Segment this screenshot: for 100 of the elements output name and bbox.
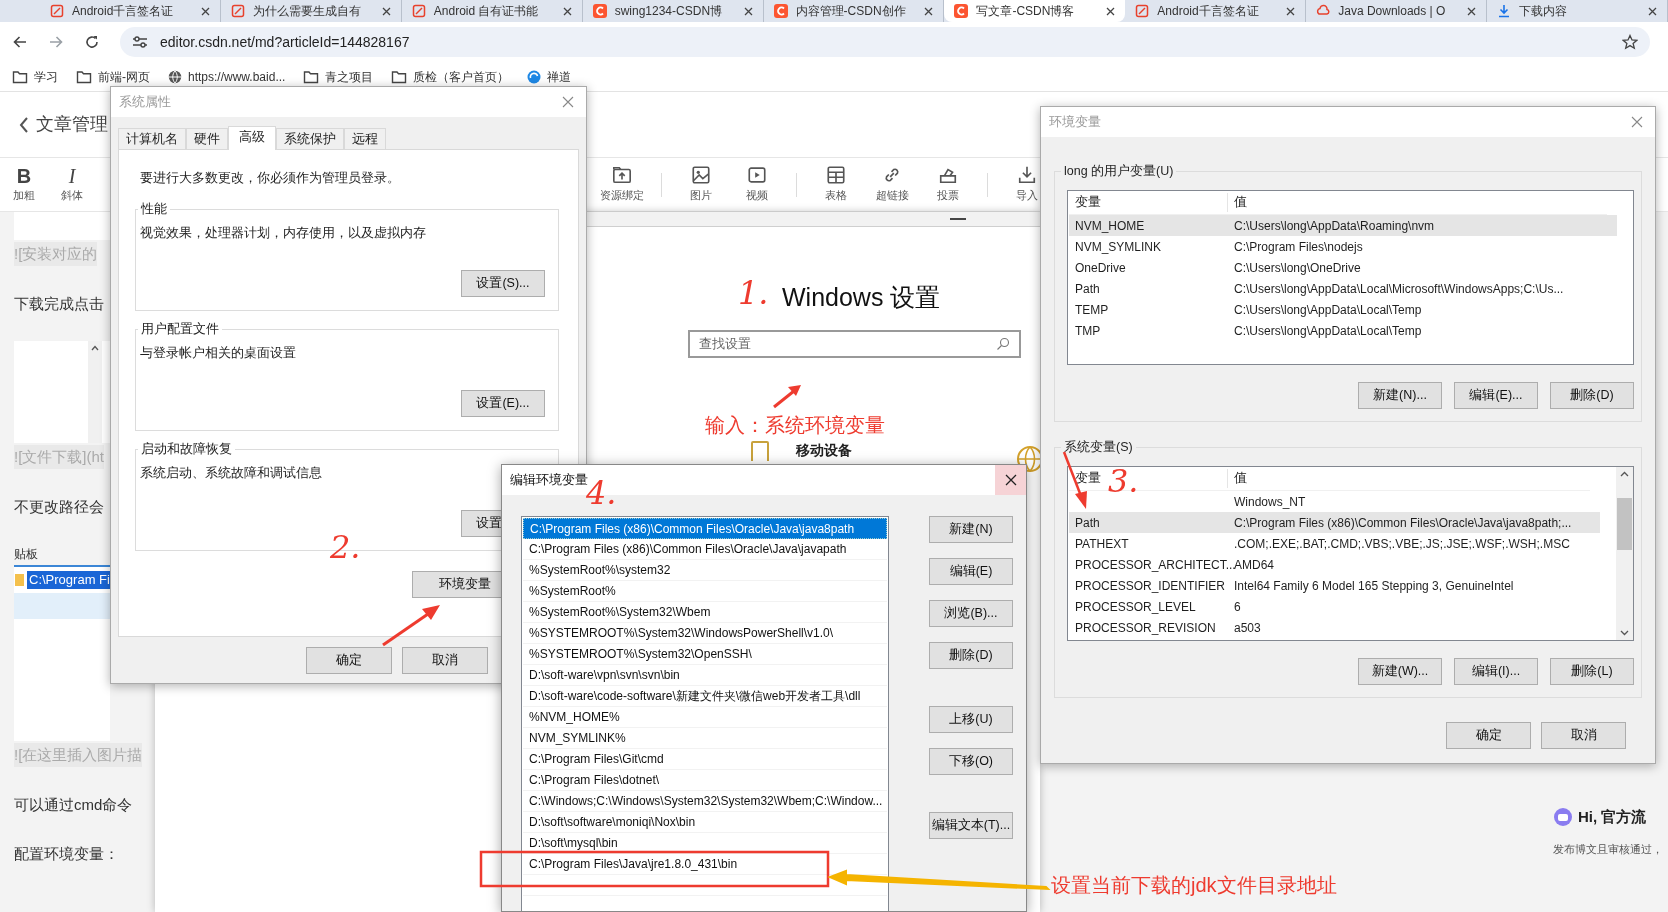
group-text: 视觉效果，处理器计划，内存使用，以及虚拟内存 (140, 225, 426, 242)
pen-icon (50, 4, 64, 18)
arrow (773, 385, 801, 409)
list-item[interactable]: C:\Windows;C:\Windows\System32\System32\Wbem;C:\Window... (523, 791, 887, 812)
dialog-button[interactable]: 确定 (306, 647, 392, 674)
table-row[interactable]: TEMP C:\Users\long\AppData\Local\Temp (1069, 299, 1617, 320)
dialog-button[interactable]: 浏览(B)... (929, 600, 1013, 627)
close-icon (924, 6, 934, 16)
bookmark[interactable]: 学习 (12, 67, 58, 86)
list-item[interactable]: %SystemRoot% (523, 581, 887, 602)
image-markdown: ![文件下载](ht (14, 445, 104, 469)
settings-item[interactable]: 移动设备 (796, 440, 852, 461)
dialog-tab[interactable]: 高级 (228, 126, 276, 150)
list-item[interactable]: D:\soft-ware\code-software\新建文件夹\微信web开发者工具\dll (523, 686, 887, 707)
toolbar-button[interactable]: 导入 (1000, 165, 1054, 204)
table-row[interactable]: OneDrive C:\Users\long\OneDrive (1069, 257, 1617, 278)
dialog-button[interactable]: 编辑(I)... (1454, 658, 1538, 685)
browser-tab[interactable]: 写文章-CSDN博客 (944, 0, 1126, 22)
table-row[interactable]: Path C:\Users\long\AppData\Local\Microsoft\WindowsApps;C:\Us... (1069, 278, 1617, 299)
dialog-button[interactable]: 新建(N) (929, 516, 1013, 543)
back-chevron-icon[interactable] (18, 115, 30, 134)
download-icon (1497, 4, 1512, 18)
dialog-button[interactable]: 下移(O) (929, 748, 1013, 775)
table-row[interactable]: NVM_HOME C:\Users\long\AppData\Roaming\nvm (1069, 215, 1617, 236)
table-row[interactable]: TMP C:\Users\long\AppData\Local\Temp (1069, 320, 1617, 341)
table-row[interactable]: PROCESSOR_IDENTIFIER Intel64 Family 6 Model 165 Stepping 3, GenuineIntel (1069, 575, 1600, 596)
table-row[interactable]: PATHEXT .COM;.EXE;.BAT;.CMD;.VBS;.VBE;.JS;.JSE;.WSF;.WSH;.MSC (1069, 533, 1600, 554)
pen-icon (411, 4, 426, 18)
dialog-button[interactable]: 删除(D) (1550, 382, 1634, 409)
address-bar[interactable]: editor.csdn.net/md?articleId=144828167 (120, 27, 1650, 57)
toolbar-button[interactable]: 投票 (921, 165, 975, 204)
minimize-icon[interactable] (950, 217, 966, 221)
format-button[interactable]: B 加粗 (10, 165, 38, 204)
format-button[interactable]: I 斜体 (58, 165, 86, 204)
scrollbar[interactable] (1616, 467, 1633, 640)
list-item[interactable]: %SYSTEMROOT%\System32\OpenSSH\ (523, 644, 887, 665)
close-button[interactable] (995, 465, 1026, 495)
dialog-button[interactable]: 编辑(E)... (1454, 382, 1538, 409)
dialog-button[interactable]: 确定 (1446, 722, 1531, 749)
bookmark[interactable]: 禅道 (527, 67, 572, 86)
dialog-button[interactable]: 设置(E)... (461, 390, 545, 417)
folder-icon (391, 69, 408, 84)
dialog-button[interactable]: 删除(D) (929, 642, 1013, 669)
toolbar-button[interactable]: 超链接 (865, 165, 919, 204)
dialog-button[interactable]: 上移(U) (929, 706, 1013, 733)
bookmark[interactable]: https://www.baid... (168, 67, 286, 86)
star-icon[interactable] (1622, 34, 1638, 50)
list-item[interactable]: NVM_SYMLINK% (523, 728, 887, 749)
cloud-icon (1316, 4, 1331, 18)
upload-icon (612, 165, 632, 186)
dialog-button[interactable]: 编辑(E) (929, 558, 1013, 585)
bookmark[interactable]: 青之项目 (303, 67, 374, 86)
list-item[interactable]: D:\soft\software\moniqi\Nox\bin (523, 812, 887, 833)
group-title: long 的用户变量(U) (1061, 163, 1177, 179)
toolbar-button[interactable]: 资源绑定 (595, 165, 649, 204)
arrow (1062, 451, 1087, 509)
list-item[interactable]: D:\soft-ware\vpn\svn\svn\bin (523, 665, 887, 686)
table-row[interactable]: PROCESSOR_ARCHITECT...AMD64 (1069, 554, 1600, 575)
table-row[interactable]: Path C:\Program Files (x86)\Common Files\Oracle\Java\java8path;... (1069, 512, 1600, 533)
search-field[interactable]: 查找设置 (688, 330, 1021, 358)
toolbar-button[interactable]: 视频 (730, 165, 784, 204)
dialog-tab[interactable]: 远程 (344, 128, 386, 149)
close-icon[interactable] (562, 96, 574, 108)
dialog-button[interactable]: 新建(N)... (1358, 382, 1442, 409)
list-item[interactable]: C:\Program Files\Git\cmd (523, 749, 887, 770)
notice-text: 要进行大多数更改，你必须作为管理员登录。 (139, 170, 401, 187)
dialog-button[interactable]: 删除(L) (1550, 658, 1634, 685)
group-text: 系统启动、系统故障和调试信息 (140, 465, 322, 482)
dialog-button[interactable]: 设置(S)... (461, 270, 545, 297)
table-row[interactable]: PROCESSOR_REVISION a503 (1069, 617, 1600, 638)
dialog-tab[interactable]: 计算机名 (118, 128, 186, 149)
back-icon[interactable] (12, 34, 28, 50)
dialog-button[interactable]: 取消 (1541, 722, 1626, 749)
dialog-tab[interactable]: 系统保护 (276, 128, 344, 149)
list-item[interactable]: D:\soft\mysql\bin (523, 833, 887, 854)
close-icon (1286, 6, 1296, 16)
list-item[interactable]: C:\Program Files (x86)\Common Files\Oracle\Java\javapath (523, 539, 887, 560)
bookmark[interactable]: 前端-网页 (76, 67, 150, 86)
image-markdown: ![在这里插入图片描 (14, 743, 143, 767)
list-item[interactable]: %NVM_HOME% (523, 707, 887, 728)
toolbar-button[interactable]: 表格 (809, 165, 863, 204)
list-item[interactable]: C:\Program Files\dotnet\ (523, 770, 887, 791)
dialog-button[interactable]: 取消 (402, 647, 488, 674)
bot-icon (1553, 807, 1573, 828)
bookmark[interactable]: 质检（客户首页） (391, 67, 510, 86)
table-row[interactable]: PROCESSOR_LEVEL 6 (1069, 596, 1600, 617)
close-icon[interactable] (1631, 116, 1643, 128)
dialog-tab[interactable]: 硬件 (186, 128, 228, 149)
path-row[interactable]: C:\Program Fi (14, 567, 110, 593)
reload-icon[interactable] (84, 34, 100, 50)
annotation-text: 设置当前下载的jdk文件目录地址 (1051, 873, 1337, 897)
table-row[interactable]: NVM_SYMLINK C:\Program Files\nodejs (1069, 236, 1617, 257)
dialog-button[interactable]: 编辑文本(T)... (929, 812, 1013, 839)
list-item[interactable]: %SystemRoot%\System32\Wbem (523, 602, 887, 623)
scrollbar-thumb[interactable] (1617, 497, 1632, 550)
list-item[interactable]: %SystemRoot%\system32 (523, 560, 887, 581)
toolbar-button[interactable]: 图片 (674, 165, 728, 204)
dialog-button[interactable]: 新建(W)... (1358, 658, 1442, 685)
list-item[interactable]: C:\Program Files (x86)\Common Files\Oracle\Java\java8path (523, 518, 887, 539)
list-item[interactable]: %SYSTEMROOT%\System32\WindowsPowerShell\v1.0\ (523, 623, 887, 644)
